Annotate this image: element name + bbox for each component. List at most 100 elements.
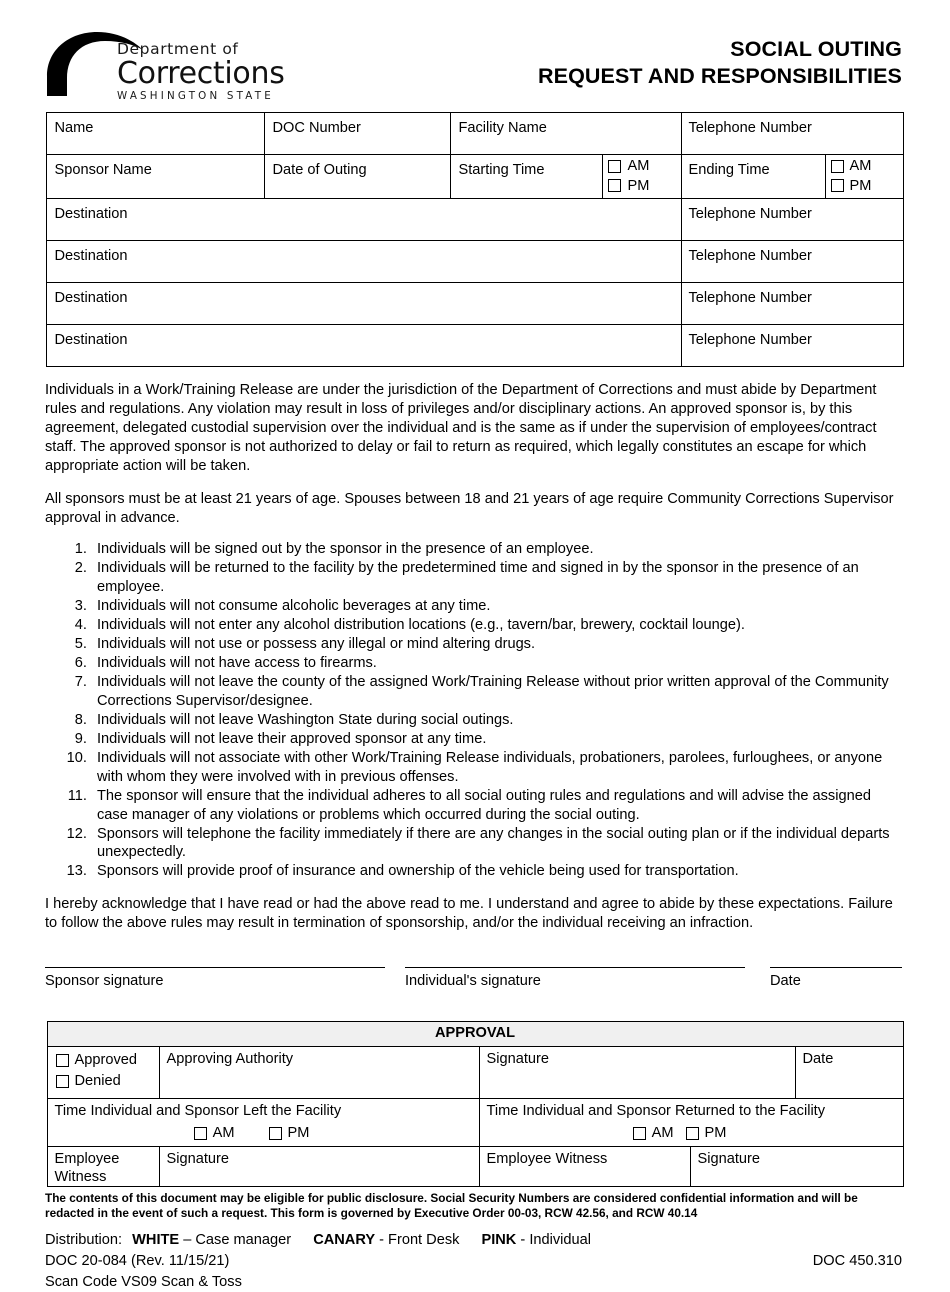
sponsor-signature-line[interactable]	[45, 967, 385, 969]
form-page: Department of Corrections WASHINGTON STA…	[0, 28, 950, 1290]
starting-time-ampm-group: AM PM	[602, 153, 682, 200]
outing-info-table: Name DOC Number Facility Name Telephone …	[46, 112, 904, 368]
table-row: Time Individual and Sponsor Left the Fac…	[46, 1098, 904, 1148]
list-item: Individuals will not have access to fire…	[91, 654, 902, 673]
distribution-pink: PINK	[481, 1232, 517, 1249]
time-returned-pm-option[interactable]: PM	[685, 1124, 727, 1141]
field-destination-4[interactable]: Destination	[46, 324, 682, 368]
distribution-canary: CANARY	[313, 1232, 376, 1249]
table-row: APPROVAL	[46, 1021, 904, 1048]
time-left-am-option[interactable]: AM	[193, 1126, 235, 1141]
distribution-canary-desc: - Front Desk	[379, 1232, 460, 1249]
checkbox-icon[interactable]	[193, 1126, 207, 1140]
date-signature-line[interactable]	[770, 967, 902, 969]
individual-signature-line[interactable]	[405, 967, 745, 969]
list-item: Sponsors will telephone the facility imm…	[91, 825, 902, 863]
list-item: Individuals will be signed out by the sp…	[91, 540, 902, 559]
ending-time-pm-option[interactable]: PM	[830, 178, 903, 194]
doc-logo-text: Department of Corrections WASHINGTON STA…	[117, 41, 285, 100]
list-item: Individuals will not enter any alcohol d…	[91, 616, 902, 635]
field-date-of-outing[interactable]: Date of Outing	[264, 153, 452, 200]
table-row: Destination Telephone Number	[46, 240, 904, 284]
list-item: Individuals will not associate with othe…	[91, 749, 902, 787]
field-time-left-facility[interactable]: Time Individual and Sponsor Left the Fac…	[46, 1098, 480, 1148]
field-time-returned-facility[interactable]: Time Individual and Sponsor Returned to …	[478, 1098, 904, 1148]
checkbox-icon[interactable]	[830, 159, 844, 173]
list-item: Individuals will not leave Washington St…	[91, 711, 902, 730]
list-item: Individuals will not leave their approve…	[91, 730, 902, 749]
paragraph-acknowledgement: I hereby acknowledge that I have read or…	[45, 896, 893, 932]
table-row: Employee Witness Signature Employee Witn…	[46, 1146, 904, 1188]
doc-logo: Department of Corrections WASHINGTON STA…	[45, 28, 285, 101]
starting-time-am-option[interactable]: AM	[608, 159, 680, 174]
denied-option[interactable]: Denied	[55, 1072, 159, 1089]
field-destination-3-telephone[interactable]: Telephone Number	[680, 282, 904, 326]
paragraph-age-requirement: All sponsors must be at least 21 years o…	[45, 491, 894, 526]
checkbox-icon[interactable]	[55, 1074, 69, 1088]
field-facility-name[interactable]: Facility Name	[450, 112, 682, 155]
starting-time-pm-label: PM	[627, 177, 650, 194]
field-employee-witness-left[interactable]: Employee Witness	[46, 1146, 160, 1188]
distribution-white: WHITE	[132, 1232, 180, 1249]
field-destination-1-telephone[interactable]: Telephone Number	[680, 198, 904, 242]
time-left-pm-label: PM	[287, 1124, 310, 1141]
approval-table: APPROVAL Approved Denied Approving Autho…	[46, 1021, 904, 1188]
checkbox-icon[interactable]	[608, 159, 622, 173]
ending-time-am-label: AM	[849, 158, 872, 174]
time-returned-am-label: AM	[651, 1124, 674, 1141]
list-item: Sponsors will provide proof of insurance…	[91, 862, 902, 881]
list-item: The sponsor will ensure that the individ…	[91, 787, 902, 825]
field-destination-3[interactable]: Destination	[46, 282, 682, 326]
time-returned-am-option[interactable]: AM	[632, 1124, 674, 1141]
approved-option[interactable]: Approved	[55, 1052, 159, 1069]
field-destination-2-telephone[interactable]: Telephone Number	[680, 240, 904, 284]
field-destination-4-telephone[interactable]: Telephone Number	[680, 324, 904, 368]
individual-signature-label: Individual's signature	[405, 973, 541, 990]
starting-time-am-label: AM	[627, 158, 650, 174]
field-sponsor-name[interactable]: Sponsor Name	[46, 153, 266, 200]
field-starting-time[interactable]: Starting Time	[450, 153, 604, 200]
checkbox-icon[interactable]	[268, 1126, 282, 1140]
time-left-pm-option[interactable]: PM	[268, 1124, 310, 1141]
distribution-line: Distribution: WHITE – Case manager CANAR…	[45, 1231, 902, 1250]
distribution-label: Distribution:	[45, 1232, 123, 1249]
checkbox-icon[interactable]	[608, 179, 622, 193]
public-disclosure-disclaimer: The contents of this document may be eli…	[45, 1191, 858, 1220]
field-signature-returned[interactable]: Signature	[689, 1146, 904, 1188]
field-employee-witness-returned[interactable]: Employee Witness	[478, 1146, 691, 1188]
checkbox-icon[interactable]	[685, 1126, 699, 1140]
denied-label: Denied	[74, 1072, 121, 1089]
title-line-2: REQUEST AND RESPONSIBILITIES	[538, 63, 902, 88]
field-approval-signature[interactable]: Signature	[478, 1046, 796, 1100]
field-destination-1[interactable]: Destination	[46, 198, 682, 242]
table-row: Destination Telephone Number	[46, 324, 904, 368]
table-row: Destination Telephone Number	[46, 198, 904, 242]
approved-label: Approved	[74, 1052, 137, 1069]
page-title: SOCIAL OUTING REQUEST AND RESPONSIBILITI…	[538, 36, 902, 90]
scan-code: Scan Code VS09 Scan & Toss	[45, 1274, 242, 1291]
scan-code-row: Scan Code VS09 Scan & Toss	[45, 1273, 902, 1292]
table-row: Sponsor Name Date of Outing Starting Tim…	[46, 153, 904, 200]
field-ending-time[interactable]: Ending Time	[680, 153, 826, 200]
signature-row: Sponsor signature Individual's signature…	[45, 967, 902, 1001]
logo-corrections-line: Corrections	[117, 55, 285, 91]
list-item: Individuals will not leave the county of…	[91, 673, 902, 711]
checkbox-icon[interactable]	[55, 1054, 69, 1068]
field-approval-date[interactable]: Date	[794, 1046, 904, 1100]
field-destination-2[interactable]: Destination	[46, 240, 682, 284]
time-returned-pm-label: PM	[704, 1124, 727, 1141]
field-signature-left[interactable]: Signature	[158, 1146, 480, 1188]
checkbox-icon[interactable]	[830, 179, 844, 193]
ending-time-am-option[interactable]: AM	[830, 158, 903, 174]
form-body: Individuals in a Work/Training Release a…	[45, 381, 902, 1001]
time-left-ampm-group: AM PM	[55, 1126, 479, 1146]
list-item: Individuals will be returned to the faci…	[91, 559, 902, 597]
field-telephone-number[interactable]: Telephone Number	[680, 112, 904, 155]
checkbox-icon[interactable]	[632, 1126, 646, 1140]
starting-time-pm-option[interactable]: PM	[608, 177, 680, 194]
field-approving-authority[interactable]: Approving Authority	[158, 1046, 480, 1100]
field-name[interactable]: Name	[46, 112, 266, 155]
field-doc-number[interactable]: DOC Number	[264, 112, 452, 155]
ending-time-ampm-group: AM PM	[824, 153, 904, 200]
distribution-white-desc: – Case manager	[183, 1232, 292, 1249]
